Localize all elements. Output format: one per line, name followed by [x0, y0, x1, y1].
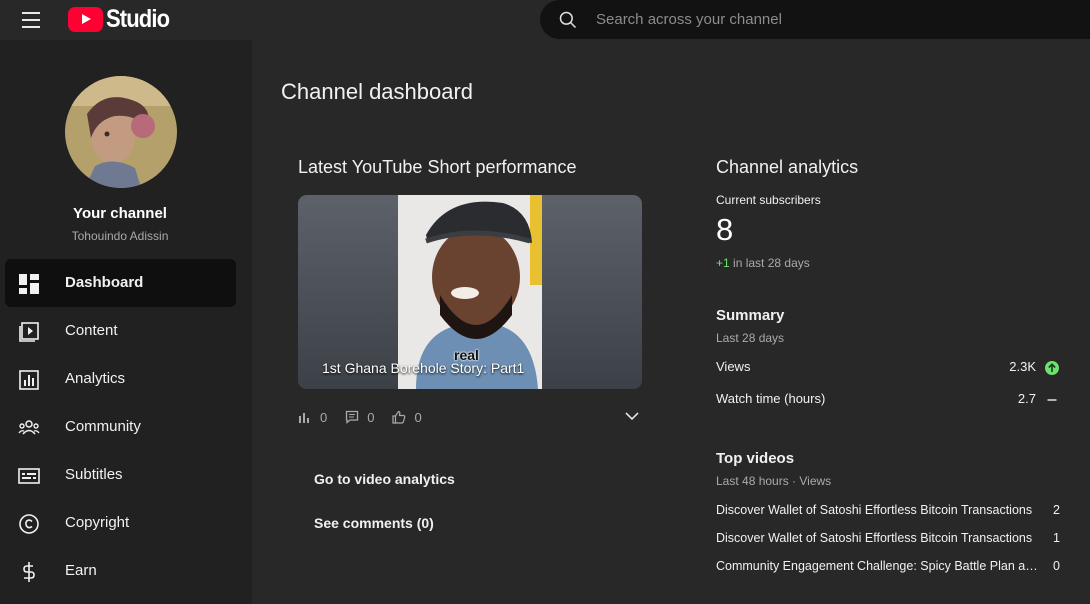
- sidebar: Your channel Tohouindo Adissin Dashboard…: [0, 40, 252, 604]
- likes-count: 0: [414, 409, 422, 425]
- community-icon: [18, 420, 40, 435]
- see-comments-button[interactable]: See comments (0): [298, 505, 450, 541]
- sidebar-item-earn[interactable]: Earn: [5, 547, 236, 595]
- current-subscribers-label: Current subscribers: [716, 193, 821, 207]
- summary-row-value: 2.3K: [1009, 359, 1036, 374]
- earn-icon: [23, 562, 35, 582]
- search-bar[interactable]: [540, 0, 1090, 39]
- short-stats: 0 0 0: [298, 408, 440, 426]
- subscriber-change: +1 in last 28 days: [716, 256, 810, 270]
- channel-avatar[interactable]: [65, 76, 177, 188]
- short-video-title[interactable]: 1st Ghana Borehole Story: Part1: [322, 360, 524, 376]
- latest-short-heading: Latest YouTube Short performance: [298, 157, 577, 177]
- sidebar-item-label: Dashboard: [65, 274, 144, 291]
- sidebar-item-label: Copyright: [65, 514, 130, 531]
- top-bar: Studio: [0, 0, 1090, 40]
- likes-stat: 0: [392, 409, 422, 425]
- sidebar-item-label: Content: [65, 322, 118, 339]
- sidebar-item-dashboard[interactable]: Dashboard: [5, 259, 236, 307]
- sidebar-nav: Dashboard Content Analytics Community Su…: [5, 259, 236, 595]
- dashboard-icon: [19, 274, 39, 294]
- go-to-video-analytics-button[interactable]: Go to video analytics: [298, 461, 471, 497]
- short-thumbnail[interactable]: real 1st Ghana Borehole Story: Part1: [298, 195, 642, 389]
- views-count: 0: [320, 409, 328, 425]
- subtitles-icon: [18, 468, 40, 484]
- copyright-icon: [19, 514, 39, 534]
- summary-heading: Summary: [716, 307, 785, 324]
- channel-name: Tohouindo Adissin: [71, 229, 169, 243]
- comment-icon: [346, 410, 359, 424]
- sidebar-item-subtitles[interactable]: Subtitles: [5, 451, 236, 499]
- sidebar-item-label: Community: [65, 418, 141, 435]
- comments-stat: 0: [345, 410, 374, 425]
- youtube-studio-logo[interactable]: Studio: [68, 4, 178, 34]
- sidebar-item-label: Subtitles: [65, 466, 123, 483]
- search-icon[interactable]: [558, 10, 578, 30]
- top-videos-period: Last 48 hours · Views: [716, 474, 832, 488]
- subscriber-count: 8: [716, 212, 734, 247]
- summary-period: Last 28 days: [716, 331, 785, 345]
- sidebar-item-copyright[interactable]: Copyright: [5, 499, 236, 547]
- top-video-title: Discover Wallet of Satoshi Effortless Bi…: [716, 503, 1033, 517]
- top-video-row[interactable]: Discover Wallet of Satoshi Effortless Bi…: [716, 531, 1060, 549]
- top-video-row[interactable]: Discover Wallet of Satoshi Effortless Bi…: [716, 503, 1060, 521]
- top-video-views: 0: [1053, 559, 1060, 573]
- summary-row-label: Views: [716, 359, 751, 374]
- page-title: Channel dashboard: [281, 79, 474, 104]
- subscriber-change-value: +1: [716, 256, 730, 270]
- summary-row-label: Watch time (hours): [716, 391, 826, 406]
- bar-chart-icon: [299, 413, 309, 423]
- sidebar-item-community[interactable]: Community: [5, 403, 236, 451]
- summary-row-watch-time[interactable]: Watch time (hours) 2.7: [716, 391, 1060, 409]
- analytics-icon: [19, 370, 39, 390]
- chevron-down-icon[interactable]: [624, 408, 640, 424]
- your-channel-label: Your channel: [73, 205, 167, 222]
- sidebar-item-label: Analytics: [65, 370, 126, 387]
- top-video-row[interactable]: Community Engagement Challenge: Spicy Ba…: [716, 559, 1060, 577]
- top-video-views: 1: [1053, 531, 1060, 545]
- trend-up-icon: [1045, 361, 1059, 375]
- subscriber-change-period: in last 28 days: [733, 256, 810, 270]
- views-stat: 0: [298, 410, 327, 425]
- trend-flat-icon: [1047, 399, 1057, 401]
- hamburger-menu-icon[interactable]: [20, 8, 44, 32]
- sidebar-item-analytics[interactable]: Analytics: [5, 355, 236, 403]
- top-video-views: 2: [1053, 503, 1060, 517]
- top-video-title: Community Engagement Challenge: Spicy Ba…: [716, 559, 1044, 573]
- logo-text: Studio: [106, 4, 170, 33]
- thumbs-up-icon: [392, 410, 406, 424]
- channel-analytics-heading: Channel analytics: [716, 157, 859, 177]
- comments-count: 0: [367, 409, 375, 425]
- summary-row-views[interactable]: Views 2.3K: [716, 359, 1060, 377]
- top-video-title: Discover Wallet of Satoshi Effortless Bi…: [716, 531, 1033, 545]
- content-icon: [19, 322, 39, 342]
- summary-row-value: 2.7: [1017, 391, 1036, 406]
- top-videos-heading: Top videos: [716, 450, 795, 467]
- sidebar-item-label: Earn: [65, 562, 97, 579]
- sidebar-item-content[interactable]: Content: [5, 307, 236, 355]
- youtube-play-icon: [68, 6, 103, 32]
- search-input[interactable]: [596, 8, 1036, 30]
